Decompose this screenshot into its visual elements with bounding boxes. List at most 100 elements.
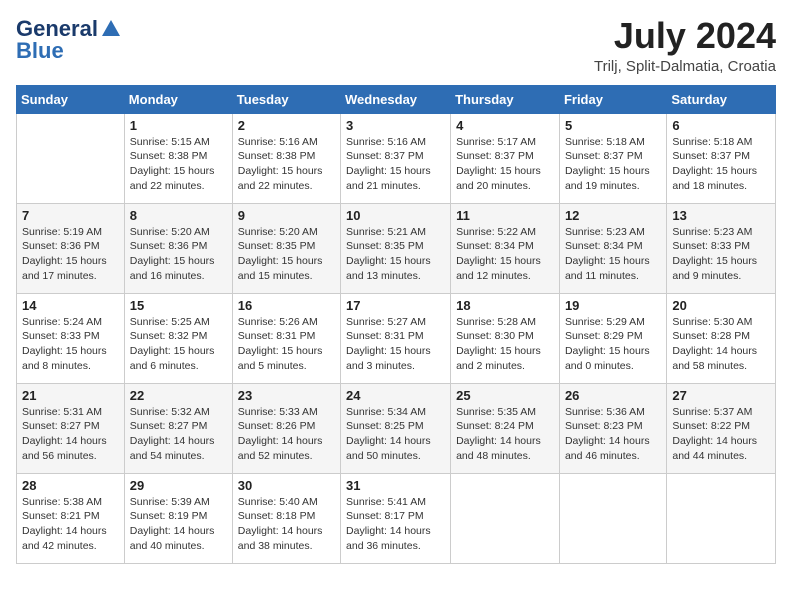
day-number: 15 [130, 298, 227, 313]
day-number: 25 [456, 388, 554, 403]
day-info: Sunrise: 5:29 AM Sunset: 8:29 PM Dayligh… [565, 315, 661, 374]
day-info: Sunrise: 5:27 AM Sunset: 8:31 PM Dayligh… [346, 315, 445, 374]
calendar-cell: 22 Sunrise: 5:32 AM Sunset: 8:27 PM Dayli… [124, 383, 232, 473]
day-number: 7 [22, 208, 119, 223]
day-number: 2 [238, 118, 335, 133]
calendar-cell: 3 Sunrise: 5:16 AM Sunset: 8:37 PM Daylig… [341, 113, 451, 203]
day-info: Sunrise: 5:15 AM Sunset: 8:38 PM Dayligh… [130, 135, 227, 194]
day-number: 8 [130, 208, 227, 223]
day-info: Sunrise: 5:23 AM Sunset: 8:33 PM Dayligh… [672, 225, 770, 284]
day-number: 21 [22, 388, 119, 403]
calendar-table: SundayMondayTuesdayWednesdayThursdayFrid… [16, 85, 776, 564]
day-number: 11 [456, 208, 554, 223]
day-number: 24 [346, 388, 445, 403]
day-number: 26 [565, 388, 661, 403]
day-info: Sunrise: 5:23 AM Sunset: 8:34 PM Dayligh… [565, 225, 661, 284]
day-info: Sunrise: 5:28 AM Sunset: 8:30 PM Dayligh… [456, 315, 554, 374]
day-number: 6 [672, 118, 770, 133]
calendar-header-row: SundayMondayTuesdayWednesdayThursdayFrid… [17, 85, 776, 113]
day-info: Sunrise: 5:32 AM Sunset: 8:27 PM Dayligh… [130, 405, 227, 464]
calendar-week-row: 28 Sunrise: 5:38 AM Sunset: 8:21 PM Dayli… [17, 473, 776, 563]
day-number: 28 [22, 478, 119, 493]
calendar-cell: 20 Sunrise: 5:30 AM Sunset: 8:28 PM Dayli… [667, 293, 776, 383]
calendar-cell: 18Sunrise: 5:28 AM Sunset: 8:30 PM Dayli… [451, 293, 560, 383]
calendar-cell: 21 Sunrise: 5:31 AM Sunset: 8:27 PM Dayli… [17, 383, 125, 473]
day-info: Sunrise: 5:40 AM Sunset: 8:18 PM Dayligh… [238, 495, 335, 554]
day-number: 29 [130, 478, 227, 493]
day-number: 19 [565, 298, 661, 313]
calendar-cell: 6 Sunrise: 5:18 AM Sunset: 8:37 PM Daylig… [667, 113, 776, 203]
weekday-header: Tuesday [232, 85, 340, 113]
day-number: 13 [672, 208, 770, 223]
day-number: 9 [238, 208, 335, 223]
day-info: Sunrise: 5:22 AM Sunset: 8:34 PM Dayligh… [456, 225, 554, 284]
day-info: Sunrise: 5:21 AM Sunset: 8:35 PM Dayligh… [346, 225, 445, 284]
calendar-cell: 8 Sunrise: 5:20 AM Sunset: 8:36 PM Daylig… [124, 203, 232, 293]
calendar-cell [451, 473, 560, 563]
calendar-cell: 17 Sunrise: 5:27 AM Sunset: 8:31 PM Dayli… [341, 293, 451, 383]
day-number: 14 [22, 298, 119, 313]
day-info: Sunrise: 5:17 AM Sunset: 8:37 PM Dayligh… [456, 135, 554, 194]
day-number: 3 [346, 118, 445, 133]
calendar-cell: 1Sunrise: 5:15 AM Sunset: 8:38 PM Daylig… [124, 113, 232, 203]
day-number: 20 [672, 298, 770, 313]
day-number: 16 [238, 298, 335, 313]
page-header: General Blue July 2024 Trilj, Split-Dalm… [16, 16, 776, 75]
calendar-cell: 27Sunrise: 5:37 AM Sunset: 8:22 PM Dayli… [667, 383, 776, 473]
calendar-week-row: 21 Sunrise: 5:31 AM Sunset: 8:27 PM Dayli… [17, 383, 776, 473]
calendar-cell: 13 Sunrise: 5:23 AM Sunset: 8:33 PM Dayli… [667, 203, 776, 293]
weekday-header: Friday [559, 85, 666, 113]
day-info: Sunrise: 5:34 AM Sunset: 8:25 PM Dayligh… [346, 405, 445, 464]
calendar-cell: 10Sunrise: 5:21 AM Sunset: 8:35 PM Dayli… [341, 203, 451, 293]
calendar-cell: 25 Sunrise: 5:35 AM Sunset: 8:24 PM Dayli… [451, 383, 560, 473]
location-title: Trilj, Split-Dalmatia, Croatia [594, 58, 776, 75]
calendar-cell: 30 Sunrise: 5:40 AM Sunset: 8:18 PM Dayli… [232, 473, 340, 563]
logo: General Blue [16, 16, 122, 64]
calendar-cell [667, 473, 776, 563]
day-info: Sunrise: 5:24 AM Sunset: 8:33 PM Dayligh… [22, 315, 119, 374]
day-info: Sunrise: 5:16 AM Sunset: 8:37 PM Dayligh… [346, 135, 445, 194]
day-info: Sunrise: 5:31 AM Sunset: 8:27 PM Dayligh… [22, 405, 119, 464]
weekday-header: Sunday [17, 85, 125, 113]
day-number: 17 [346, 298, 445, 313]
calendar-cell: 2Sunrise: 5:16 AM Sunset: 8:38 PM Daylig… [232, 113, 340, 203]
day-number: 22 [130, 388, 227, 403]
day-info: Sunrise: 5:20 AM Sunset: 8:36 PM Dayligh… [130, 225, 227, 284]
logo-icon [100, 18, 122, 40]
day-info: Sunrise: 5:20 AM Sunset: 8:35 PM Dayligh… [238, 225, 335, 284]
calendar-cell: 24 Sunrise: 5:34 AM Sunset: 8:25 PM Dayli… [341, 383, 451, 473]
logo-blue: Blue [16, 38, 64, 64]
day-info: Sunrise: 5:35 AM Sunset: 8:24 PM Dayligh… [456, 405, 554, 464]
day-info: Sunrise: 5:38 AM Sunset: 8:21 PM Dayligh… [22, 495, 119, 554]
calendar-cell: 31 Sunrise: 5:41 AM Sunset: 8:17 PM Dayli… [341, 473, 451, 563]
title-block: July 2024 Trilj, Split-Dalmatia, Croatia [594, 16, 776, 75]
day-info: Sunrise: 5:39 AM Sunset: 8:19 PM Dayligh… [130, 495, 227, 554]
calendar-week-row: 7 Sunrise: 5:19 AM Sunset: 8:36 PM Daylig… [17, 203, 776, 293]
day-info: Sunrise: 5:30 AM Sunset: 8:28 PM Dayligh… [672, 315, 770, 374]
calendar-cell: 23Sunrise: 5:33 AM Sunset: 8:26 PM Dayli… [232, 383, 340, 473]
calendar-week-row: 14 Sunrise: 5:24 AM Sunset: 8:33 PM Dayli… [17, 293, 776, 383]
calendar-cell: 11 Sunrise: 5:22 AM Sunset: 8:34 PM Dayli… [451, 203, 560, 293]
calendar-cell: 14 Sunrise: 5:24 AM Sunset: 8:33 PM Dayli… [17, 293, 125, 383]
day-info: Sunrise: 5:36 AM Sunset: 8:23 PM Dayligh… [565, 405, 661, 464]
calendar-cell: 12 Sunrise: 5:23 AM Sunset: 8:34 PM Dayli… [559, 203, 666, 293]
day-number: 12 [565, 208, 661, 223]
day-number: 31 [346, 478, 445, 493]
day-info: Sunrise: 5:41 AM Sunset: 8:17 PM Dayligh… [346, 495, 445, 554]
day-info: Sunrise: 5:33 AM Sunset: 8:26 PM Dayligh… [238, 405, 335, 464]
calendar-body: 1Sunrise: 5:15 AM Sunset: 8:38 PM Daylig… [17, 113, 776, 563]
calendar-cell: 15Sunrise: 5:25 AM Sunset: 8:32 PM Dayli… [124, 293, 232, 383]
weekday-header: Wednesday [341, 85, 451, 113]
day-info: Sunrise: 5:18 AM Sunset: 8:37 PM Dayligh… [565, 135, 661, 194]
calendar-cell: 19 Sunrise: 5:29 AM Sunset: 8:29 PM Dayli… [559, 293, 666, 383]
weekday-header: Monday [124, 85, 232, 113]
day-info: Sunrise: 5:18 AM Sunset: 8:37 PM Dayligh… [672, 135, 770, 194]
calendar-cell: 4Sunrise: 5:17 AM Sunset: 8:37 PM Daylig… [451, 113, 560, 203]
calendar-cell [17, 113, 125, 203]
month-title: July 2024 [594, 16, 776, 56]
calendar-cell [559, 473, 666, 563]
calendar-cell: 29 Sunrise: 5:39 AM Sunset: 8:19 PM Dayli… [124, 473, 232, 563]
calendar-cell: 28 Sunrise: 5:38 AM Sunset: 8:21 PM Dayli… [17, 473, 125, 563]
day-number: 30 [238, 478, 335, 493]
day-info: Sunrise: 5:19 AM Sunset: 8:36 PM Dayligh… [22, 225, 119, 284]
